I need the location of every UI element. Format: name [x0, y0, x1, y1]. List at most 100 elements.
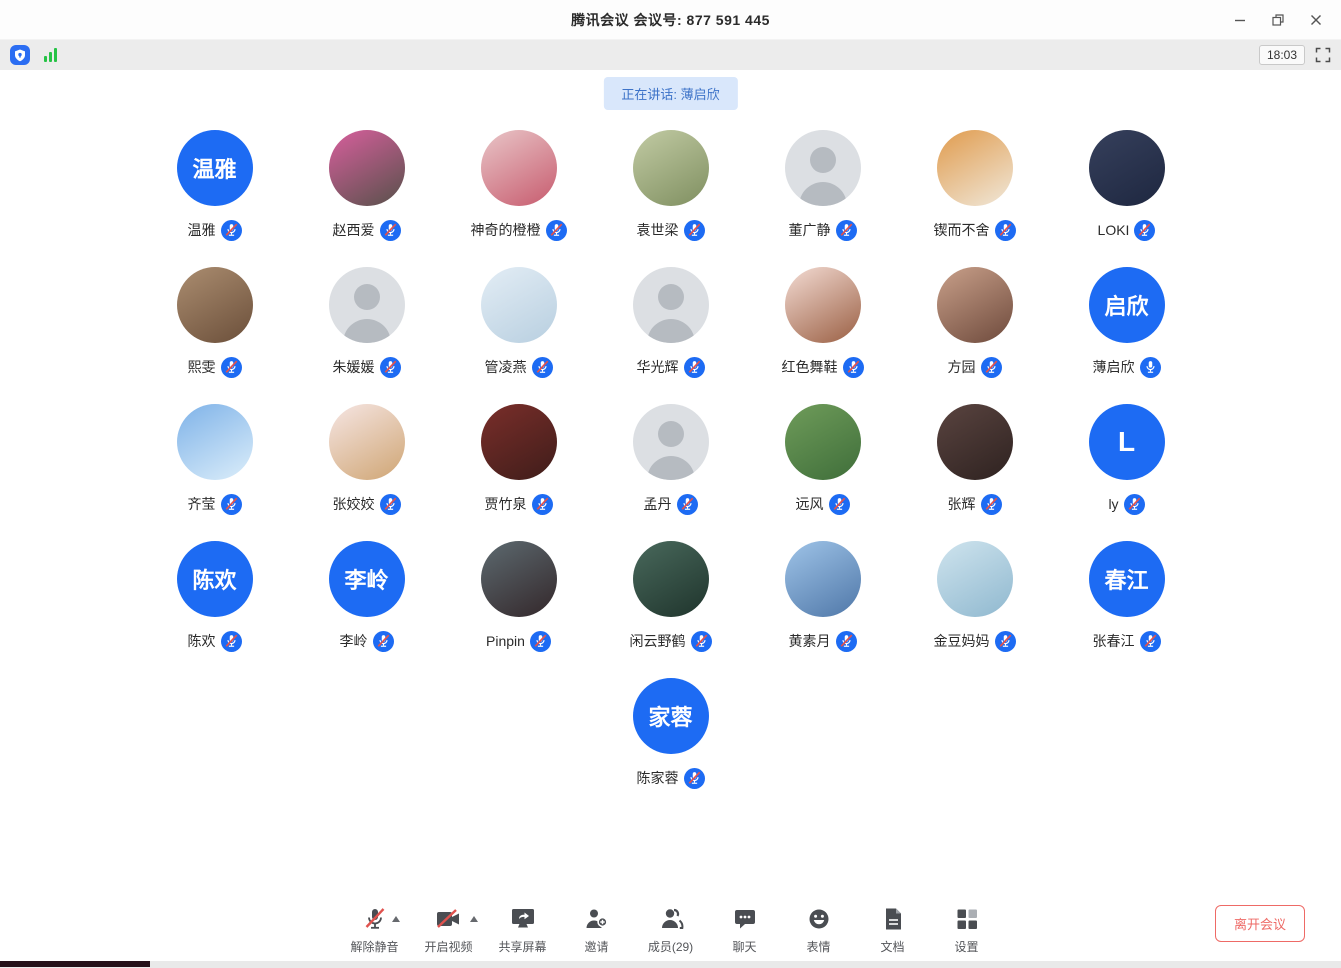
mic-muted-icon — [1124, 494, 1145, 515]
avatar[interactable] — [481, 404, 557, 480]
minimize-button[interactable] — [1225, 6, 1255, 34]
toolbar-item-label: 设置 — [954, 938, 978, 955]
participant-tile[interactable]: 袁世梁 — [595, 130, 747, 241]
mic-muted-icon — [1134, 220, 1155, 241]
participant-grid: 温雅温雅 赵西爱 神奇的橙橙 袁世梁 董广静 锲而不舍 — [0, 130, 1341, 815]
avatar[interactable] — [633, 130, 709, 206]
avatar[interactable] — [633, 267, 709, 343]
participant-tile[interactable]: 孟丹 — [595, 404, 747, 515]
toolbar-item-share-screen[interactable]: 共享屏幕 — [486, 902, 560, 955]
mic-muted-icon — [995, 631, 1016, 652]
speaking-banner: 正在讲话: 薄启欣 — [603, 77, 737, 110]
avatar[interactable]: 陈欢 — [177, 541, 253, 617]
mic-muted-icon — [829, 494, 850, 515]
avatar[interactable] — [329, 130, 405, 206]
participant-tile[interactable]: 朱媛媛 — [291, 267, 443, 378]
participant-tile[interactable]: 管凌燕 — [443, 267, 595, 378]
avatar[interactable]: 李岭 — [329, 541, 405, 617]
participant-tile[interactable]: 赵西爱 — [291, 130, 443, 241]
participant-name: 朱媛媛 — [333, 357, 375, 377]
participant-name: 齐莹 — [188, 494, 216, 514]
participant-row: 熙雯 朱媛媛 管凌燕 华光辉 红色舞鞋 方园 — [0, 267, 1341, 378]
avatar[interactable] — [785, 267, 861, 343]
participant-tile[interactable]: 董广静 — [747, 130, 899, 241]
avatar[interactable] — [633, 541, 709, 617]
avatar[interactable] — [785, 404, 861, 480]
avatar[interactable] — [481, 541, 557, 617]
avatar[interactable]: 春江 — [1089, 541, 1165, 617]
caret-up-icon[interactable] — [470, 916, 478, 922]
close-button[interactable] — [1301, 6, 1331, 34]
mic-muted-icon — [530, 631, 551, 652]
toolbar-item-camera-off[interactable]: 开启视频 — [412, 902, 486, 955]
participant-tile[interactable]: 黄素月 — [747, 541, 899, 652]
toolbar-item-members[interactable]: 成员(29) — [634, 902, 708, 955]
members-icon — [658, 906, 684, 932]
avatar[interactable]: 温雅 — [177, 130, 253, 206]
avatar[interactable] — [937, 404, 1013, 480]
participant-name: 神奇的橙橙 — [471, 220, 541, 240]
avatar[interactable]: 家蓉 — [633, 678, 709, 754]
participant-tile[interactable]: 金豆妈妈 — [899, 541, 1051, 652]
network-signal-icon[interactable] — [44, 48, 57, 62]
avatar[interactable] — [481, 267, 557, 343]
chat-icon — [733, 906, 757, 932]
meeting-security-icon[interactable] — [10, 45, 30, 65]
avatar[interactable] — [329, 267, 405, 343]
avatar[interactable] — [785, 130, 861, 206]
mic-muted-icon — [546, 220, 567, 241]
toolbar-item-chat[interactable]: 聊天 — [708, 902, 782, 955]
participant-tile[interactable]: Lly — [1051, 404, 1203, 515]
participant-tile[interactable]: Pinpin — [443, 541, 595, 652]
participant-tile[interactable]: 启欣薄启欣 — [1051, 267, 1203, 378]
participant-tile[interactable]: 方园 — [899, 267, 1051, 378]
participant-tile[interactable]: 张姣姣 — [291, 404, 443, 515]
avatar[interactable] — [785, 541, 861, 617]
participant-name: 熙雯 — [188, 357, 216, 377]
participant-tile[interactable]: 温雅温雅 — [139, 130, 291, 241]
toolbar-item-label: 邀请 — [584, 938, 608, 955]
participant-tile[interactable]: 齐莹 — [139, 404, 291, 515]
participant-tile[interactable]: 陈欢陈欢 — [139, 541, 291, 652]
fullscreen-icon[interactable] — [1315, 47, 1331, 63]
avatar[interactable] — [937, 541, 1013, 617]
avatar[interactable] — [177, 267, 253, 343]
mic-muted-icon — [364, 906, 386, 932]
leave-meeting-button[interactable]: 离开会议 — [1215, 905, 1305, 942]
participant-name: 闲云野鹤 — [630, 631, 686, 651]
avatar[interactable] — [633, 404, 709, 480]
participant-tile[interactable]: 贾竹泉 — [443, 404, 595, 515]
restore-button[interactable] — [1263, 6, 1293, 34]
avatar[interactable]: L — [1089, 404, 1165, 480]
toolbar-item-document[interactable]: 文档 — [856, 902, 930, 955]
participant-tile[interactable]: 远风 — [747, 404, 899, 515]
participant-tile[interactable]: 闲云野鹤 — [595, 541, 747, 652]
avatar[interactable] — [481, 130, 557, 206]
participant-tile[interactable]: 熙雯 — [139, 267, 291, 378]
participant-tile[interactable]: 春江张春江 — [1051, 541, 1203, 652]
participant-tile[interactable]: LOKI — [1051, 130, 1203, 241]
mic-muted-icon — [981, 357, 1002, 378]
avatar[interactable] — [937, 267, 1013, 343]
participant-tile[interactable]: 李岭李岭 — [291, 541, 443, 652]
participant-tile[interactable]: 锲而不舍 — [899, 130, 1051, 241]
participant-tile[interactable]: 神奇的橙橙 — [443, 130, 595, 241]
avatar[interactable] — [177, 404, 253, 480]
toolbar-item-label: 聊天 — [732, 938, 756, 955]
avatar[interactable] — [937, 130, 1013, 206]
participant-tile[interactable]: 家蓉陈家蓉 — [595, 678, 747, 789]
avatar[interactable]: 启欣 — [1089, 267, 1165, 343]
participant-tile[interactable]: 张辉 — [899, 404, 1051, 515]
toolbar-item-emoji[interactable]: 表情 — [782, 902, 856, 955]
participant-tile[interactable]: 红色舞鞋 — [747, 267, 899, 378]
mic-muted-icon — [981, 494, 1002, 515]
toolbar-item-mic-muted[interactable]: 解除静音 — [338, 902, 412, 955]
toolbar-item-settings[interactable]: 设置 — [930, 902, 1004, 955]
invite-icon — [584, 906, 610, 932]
participant-tile[interactable]: 华光辉 — [595, 267, 747, 378]
mic-muted-icon — [677, 494, 698, 515]
caret-up-icon[interactable] — [392, 916, 400, 922]
avatar[interactable] — [1089, 130, 1165, 206]
avatar[interactable] — [329, 404, 405, 480]
toolbar-item-invite[interactable]: 邀请 — [560, 902, 634, 955]
